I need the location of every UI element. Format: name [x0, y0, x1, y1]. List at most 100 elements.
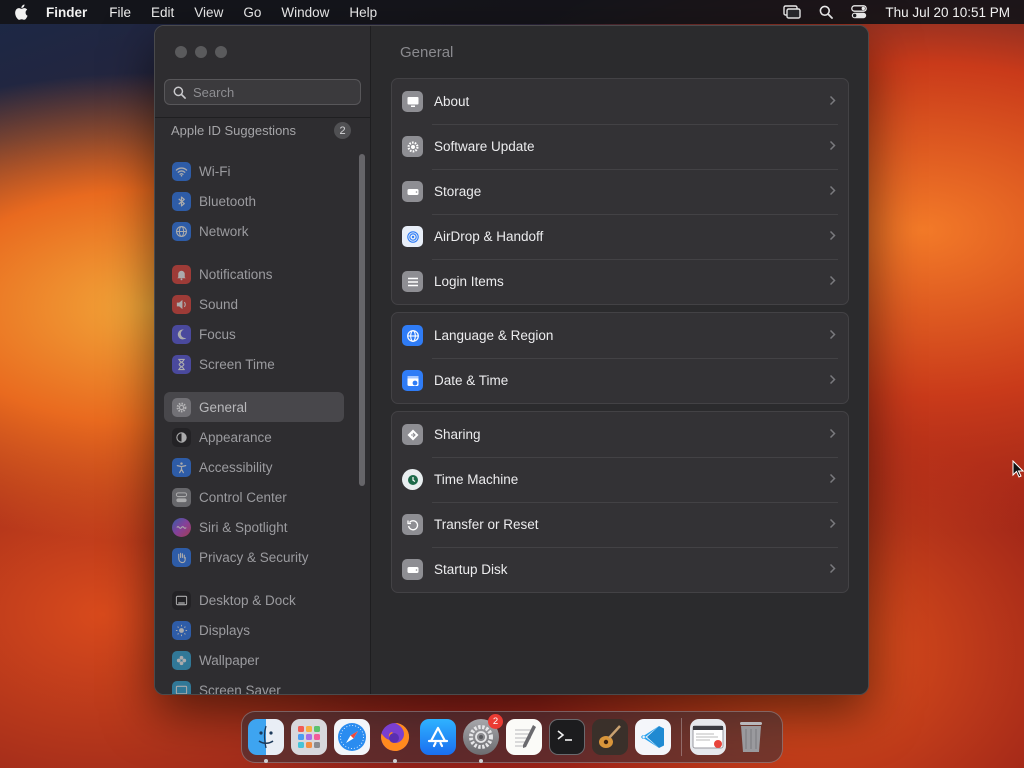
row-label: About	[434, 94, 470, 109]
dock-icon	[172, 590, 191, 610]
sidebar-item-label: Network	[199, 223, 249, 239]
sidebar-item-screen-saver[interactable]: Screen Saver	[164, 675, 344, 694]
dock: 2	[241, 711, 783, 763]
menu-bar: Finder File Edit View Go Window Help Thu…	[0, 0, 1024, 24]
menu-view[interactable]: View	[194, 5, 223, 20]
menu-app-finder[interactable]: Finder	[46, 5, 87, 20]
menu-file[interactable]: File	[109, 5, 131, 20]
dock-system-settings[interactable]: 2	[463, 714, 503, 763]
dock-firefox[interactable]	[377, 719, 413, 763]
screen-mirroring-icon[interactable]	[783, 5, 802, 19]
drive-icon	[402, 181, 423, 202]
sidebar-item-appearance[interactable]: Appearance	[164, 422, 344, 452]
row-label: Transfer or Reset	[434, 517, 539, 532]
menu-edit[interactable]: Edit	[151, 5, 174, 20]
sidebar-scrollbar[interactable]	[359, 154, 365, 486]
sidebar-item-sound[interactable]: Sound	[164, 289, 344, 319]
display-icon	[402, 91, 423, 112]
dock-safari[interactable]	[334, 719, 370, 755]
menu-go[interactable]: Go	[243, 5, 261, 20]
sidebar-item-bluetooth[interactable]: Bluetooth	[164, 186, 344, 216]
row-sharing[interactable]: Sharing	[392, 412, 848, 457]
calendar-clock-icon	[402, 370, 423, 391]
row-software-update[interactable]: Software Update	[392, 124, 848, 169]
apple-menu-icon[interactable]	[14, 4, 28, 20]
control-center-icon[interactable]	[851, 5, 868, 19]
search-field[interactable]	[164, 79, 361, 105]
sidebar-list: Wi-Fi Bluetooth Network Notifications So…	[164, 156, 344, 694]
running-indicator	[393, 759, 397, 763]
dock-trash[interactable]	[733, 719, 769, 755]
row-label: AirDrop & Handoff	[434, 229, 544, 244]
siri-icon	[172, 517, 191, 537]
finder-icon	[258, 725, 274, 749]
hourglass-icon	[172, 354, 191, 374]
sidebar-item-desktop-dock[interactable]: Desktop & Dock	[164, 585, 344, 615]
sidebar: Apple ID Suggestions 2 Wi-Fi Bluetooth	[155, 26, 371, 694]
sidebar-item-focus[interactable]: Focus	[164, 319, 344, 349]
spotlight-search-icon[interactable]	[819, 5, 834, 19]
apple-id-suggestions[interactable]: Apple ID Suggestions 2	[171, 122, 351, 139]
settings-group-maintenance: Sharing Time Machine Transfer or Reset S…	[391, 411, 849, 593]
sidebar-item-network[interactable]: Network	[164, 216, 344, 246]
row-date-time[interactable]: Date & Time	[392, 358, 848, 403]
dock-finder[interactable]	[248, 719, 284, 763]
running-indicator	[264, 759, 268, 763]
sidebar-item-general[interactable]: General	[164, 392, 344, 422]
sidebar-item-wifi[interactable]: Wi-Fi	[164, 156, 344, 186]
sidebar-item-label: Sound	[199, 296, 239, 312]
sidebar-item-wallpaper[interactable]: Wallpaper	[164, 645, 344, 675]
sidebar-item-label: Accessibility	[199, 459, 273, 475]
row-startup-disk[interactable]: Startup Disk	[392, 547, 848, 592]
dock-instruments[interactable]	[592, 719, 628, 755]
accessibility-icon	[172, 457, 191, 477]
row-storage[interactable]: Storage	[392, 169, 848, 214]
sidebar-item-displays[interactable]: Displays	[164, 615, 344, 645]
dock-terminal[interactable]	[549, 719, 585, 755]
search-input[interactable]	[193, 84, 353, 100]
menu-help[interactable]: Help	[349, 5, 377, 20]
dock-launchpad[interactable]	[291, 719, 327, 755]
notification-badge: 2	[488, 714, 503, 729]
sidebar-item-siri-spotlight[interactable]: Siri & Spotlight	[164, 512, 344, 542]
dock-minimized-window[interactable]	[690, 719, 726, 755]
sidebar-item-notifications[interactable]: Notifications	[164, 259, 344, 289]
row-airdrop-handoff[interactable]: AirDrop & Handoff	[392, 214, 848, 259]
reset-icon	[402, 514, 423, 535]
sidebar-item-label: Control Center	[199, 489, 287, 505]
dock-vscode[interactable]	[635, 719, 671, 755]
screen-saver-icon	[172, 680, 191, 694]
minimize-button[interactable]	[195, 46, 207, 58]
sidebar-item-screen-time[interactable]: Screen Time	[164, 349, 344, 379]
textedit-icon	[515, 725, 536, 748]
main-panel: General About Software Update Storage Ai…	[371, 26, 868, 694]
sidebar-item-accessibility[interactable]: Accessibility	[164, 452, 344, 482]
flower-icon	[172, 650, 191, 670]
settings-group-locale: Language & Region Date & Time	[391, 312, 849, 404]
chevron-right-icon	[829, 185, 836, 196]
row-label: Startup Disk	[434, 562, 508, 577]
menu-window[interactable]: Window	[281, 5, 329, 20]
sidebar-item-label: Desktop & Dock	[199, 592, 296, 608]
close-button[interactable]	[175, 46, 187, 58]
sidebar-item-label: Wi-Fi	[199, 163, 231, 179]
row-about[interactable]: About	[392, 79, 848, 124]
sidebar-item-control-center[interactable]: Control Center	[164, 482, 344, 512]
menu-bar-clock[interactable]: Thu Jul 20 10:51 PM	[885, 5, 1010, 20]
hand-icon	[172, 547, 191, 567]
chevron-right-icon	[829, 140, 836, 151]
sidebar-item-label: Privacy & Security	[199, 549, 309, 565]
sharing-icon	[402, 424, 423, 445]
chevron-right-icon	[829, 563, 836, 574]
appearance-icon	[172, 427, 191, 447]
dock-textedit[interactable]	[506, 719, 542, 755]
row-login-items[interactable]: Login Items	[392, 259, 848, 304]
globe-icon	[402, 325, 423, 346]
sidebar-item-privacy-security[interactable]: Privacy & Security	[164, 542, 344, 572]
row-time-machine[interactable]: Time Machine	[392, 457, 848, 502]
dock-app-store[interactable]	[420, 719, 456, 755]
zoom-button[interactable]	[215, 46, 227, 58]
row-transfer-reset[interactable]: Transfer or Reset	[392, 502, 848, 547]
row-language-region[interactable]: Language & Region	[392, 313, 848, 358]
bell-icon	[172, 264, 191, 284]
